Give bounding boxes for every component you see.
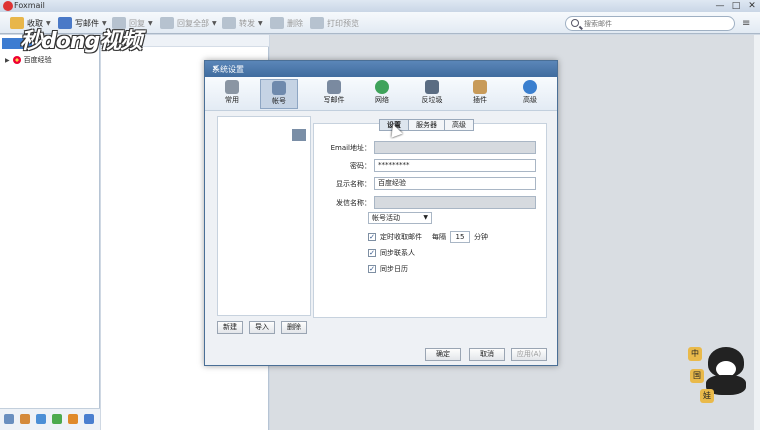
email-label: Email地址：	[330, 144, 371, 152]
account-icon	[12, 56, 21, 64]
settings-dialog: 系统设置 ✕ 常用 帐号 写邮件 网络 反垃圾 插件 高级 新建 导入 删除 设…	[204, 60, 558, 366]
foxmail-logo-icon	[3, 1, 13, 11]
cancel-button[interactable]: 取消	[469, 348, 505, 361]
left-bottom-bar	[0, 408, 100, 430]
rss-icon[interactable]	[68, 414, 78, 424]
apply-button[interactable]: 应用(A)	[511, 348, 547, 361]
new-account-button[interactable]: 新建	[217, 321, 243, 334]
display-name-row: 显示名称： 百度经验	[313, 177, 547, 191]
nav-plugins[interactable]: 插件	[461, 79, 499, 109]
email-row: Email地址：	[313, 141, 547, 155]
mascot-badge: 娃	[700, 389, 714, 403]
password-row: 密码： *********	[313, 159, 547, 173]
account-status-select[interactable]: 帐号活动 ▼	[368, 212, 432, 224]
dialog-title-bar: 系统设置 ✕	[205, 61, 557, 77]
plugin-icon	[473, 80, 487, 94]
account-icon	[272, 81, 286, 95]
nav-compose[interactable]: 写邮件	[315, 79, 353, 109]
sync-calendar-checkbox[interactable]: ✓	[368, 265, 376, 273]
notes-icon[interactable]	[52, 414, 62, 424]
mascot-badge: 中	[688, 347, 702, 361]
mascot: 中 国 娃	[688, 335, 756, 407]
nav-network[interactable]: 网络	[363, 79, 401, 109]
delete-account-button[interactable]: 删除	[281, 321, 307, 334]
tab-server[interactable]: 服务器	[408, 119, 445, 131]
interval-input[interactable]: 15	[450, 231, 470, 243]
settings-nav: 常用 帐号 写邮件 网络 反垃圾 插件 高级	[205, 77, 557, 111]
dialog-footer: 确定 取消 应用(A)	[205, 345, 557, 365]
expand-icon[interactable]: ▶	[5, 57, 10, 64]
account-color-swatch[interactable]	[292, 129, 306, 141]
globe-icon	[375, 80, 389, 94]
menu-icon[interactable]: ≡	[742, 18, 750, 29]
close-icon[interactable]: ✕	[744, 0, 760, 12]
compose-settings-icon	[327, 80, 341, 94]
reply-all-button[interactable]: 回复全部 ▼	[160, 15, 217, 31]
sync-contacts-row: ✓ 同步联系人	[368, 249, 415, 257]
search-box[interactable]	[565, 16, 735, 31]
timed-receive-checkbox[interactable]: ✓	[368, 233, 376, 241]
tab-advanced[interactable]: 高级	[444, 119, 474, 131]
dialog-close-icon[interactable]: ✕	[212, 64, 551, 73]
apps-icon[interactable]	[84, 414, 94, 424]
chevron-down-icon: ▼	[423, 214, 428, 221]
watermark: 秒dong视频	[20, 29, 142, 54]
general-icon	[225, 80, 239, 94]
contacts-icon[interactable]	[20, 414, 30, 424]
account-item[interactable]: ▶ 百度经验	[5, 55, 52, 65]
email-field[interactable]	[374, 141, 536, 154]
display-name-field[interactable]: 百度经验	[374, 177, 536, 190]
forward-icon	[222, 17, 236, 29]
mail-icon[interactable]	[4, 414, 14, 424]
sync-calendar-row: ✓ 同步日历	[368, 265, 408, 273]
import-account-button[interactable]: 导入	[249, 321, 275, 334]
forward-button[interactable]: 转发 ▼	[222, 15, 263, 31]
search-icon	[571, 19, 579, 27]
title-bar: Foxmail — □ ✕	[0, 0, 760, 12]
calendar-icon[interactable]	[36, 414, 46, 424]
sender-name-field[interactable]	[374, 196, 536, 209]
nav-account[interactable]: 帐号	[260, 79, 298, 109]
maximize-icon[interactable]: □	[728, 0, 744, 12]
minimize-icon[interactable]: —	[712, 0, 728, 12]
account-list[interactable]	[217, 116, 311, 316]
sync-contacts-checkbox[interactable]: ✓	[368, 249, 376, 257]
shield-icon	[425, 80, 439, 94]
nav-antispam[interactable]: 反垃圾	[413, 79, 451, 109]
timed-receive-row: ✓ 定时收取邮件 每隔 15 分钟	[368, 231, 488, 243]
ok-button[interactable]: 确定	[425, 348, 461, 361]
nav-advanced[interactable]: 高级	[511, 79, 549, 109]
nav-general[interactable]: 常用	[213, 79, 251, 109]
password-label: 密码：	[350, 162, 371, 170]
password-field[interactable]: *********	[374, 159, 536, 172]
sender-name-row: 发信名称：	[313, 196, 547, 210]
gear-icon	[523, 80, 537, 94]
reply-all-icon	[160, 17, 174, 29]
print-preview-button[interactable]: 打印预览	[310, 15, 359, 31]
account-tree: ▶ 百度经验	[0, 35, 100, 430]
sender-name-label: 发信名称：	[336, 199, 371, 207]
delete-button[interactable]: 删除	[270, 15, 303, 31]
app-title: Foxmail	[14, 1, 45, 10]
delete-icon	[270, 17, 284, 29]
display-name-label: 显示名称：	[336, 180, 371, 188]
search-input[interactable]	[582, 18, 722, 29]
mascot-badge: 国	[690, 369, 704, 383]
print-icon	[310, 17, 324, 29]
account-list-entry[interactable]	[218, 117, 290, 157]
